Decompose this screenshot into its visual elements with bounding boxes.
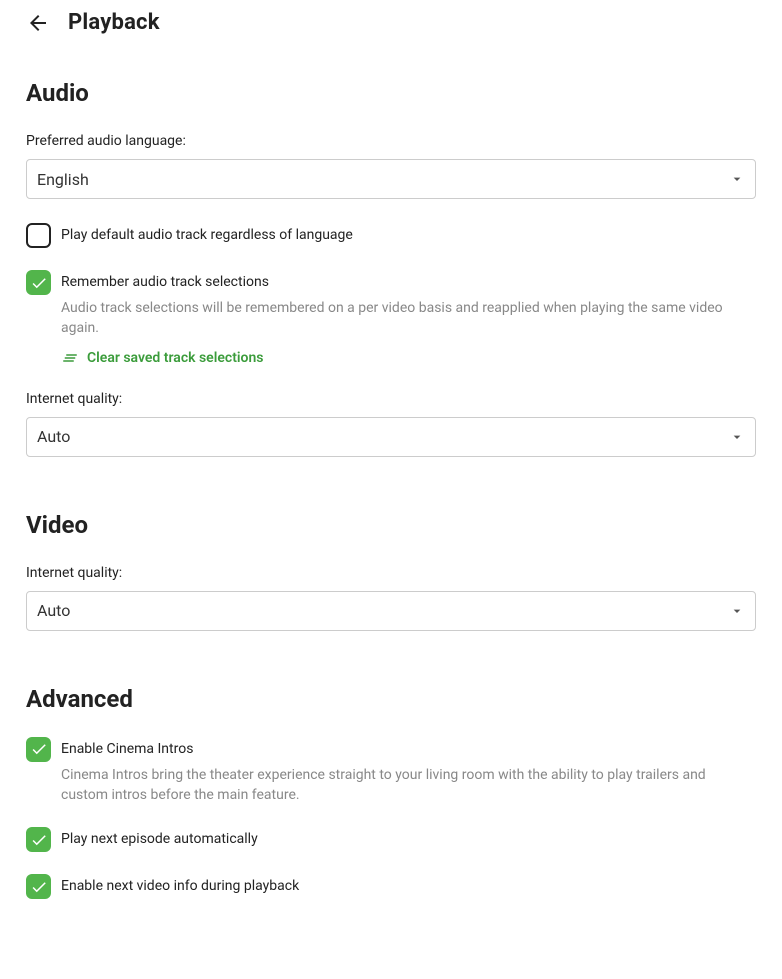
play-next-label: Play next episode automatically [61,831,756,847]
cinema-intros-description: Cinema Intros bring the theater experien… [61,765,756,806]
play-next-row: Play next episode automatically [26,829,756,852]
preferred-audio-language-select[interactable]: English [26,159,756,199]
play-default-audio-label: Play default audio track regardless of l… [61,227,756,243]
audio-internet-quality-value: Auto [37,427,70,446]
remember-audio-checkbox[interactable] [26,270,51,295]
back-button[interactable] [26,11,50,35]
next-info-label: Enable next video info during playback [61,878,756,894]
audio-internet-quality-select-wrapper: Auto [26,417,756,457]
next-info-checkbox[interactable] [26,874,51,899]
section-advanced: Advanced Enable Cinema Intros Cinema Int… [26,685,756,900]
cinema-intros-row: Enable Cinema Intros Cinema Intros bring… [26,739,756,806]
audio-internet-quality-select[interactable]: Auto [26,417,756,457]
advanced-section-title: Advanced [26,685,756,713]
play-next-checkbox[interactable] [26,827,51,852]
section-audio: Audio Preferred audio language: English … [26,79,756,457]
video-internet-quality-value: Auto [37,601,70,620]
audio-internet-quality-label: Internet quality: [26,391,756,407]
video-section-title: Video [26,511,756,539]
video-internet-quality-select-wrapper: Auto [26,591,756,631]
preferred-audio-language-label: Preferred audio language: [26,133,756,149]
arrow-left-icon [26,11,50,35]
next-info-row: Enable next video info during playback [26,876,756,899]
preferred-audio-language-select-wrapper: English [26,159,756,199]
check-icon [30,740,48,758]
cinema-intros-checkbox[interactable] [26,737,51,762]
check-icon [30,274,48,292]
remember-audio-row: Remember audio track selections Audio tr… [26,272,756,367]
clear-saved-tracks-label: Clear saved track selections [87,350,263,366]
clear-saved-tracks-button[interactable]: Clear saved track selections [61,349,756,367]
play-default-audio-checkbox[interactable] [26,223,51,248]
chevron-down-icon [729,429,745,445]
chevron-down-icon [729,171,745,187]
video-internet-quality-label: Internet quality: [26,565,756,581]
remember-audio-description: Audio track selections will be remembere… [61,298,756,339]
preferred-audio-language-value: English [37,170,89,189]
cinema-intros-label: Enable Cinema Intros [61,741,756,757]
page-header: Playback [26,10,756,35]
clear-all-icon [61,349,79,367]
play-default-audio-row: Play default audio track regardless of l… [26,225,756,248]
remember-audio-label: Remember audio track selections [61,274,756,290]
check-icon [30,831,48,849]
chevron-down-icon [729,603,745,619]
section-video: Video Internet quality: Auto [26,511,756,631]
page-title: Playback [68,10,160,35]
video-internet-quality-select[interactable]: Auto [26,591,756,631]
audio-section-title: Audio [26,79,756,107]
check-icon [30,878,48,896]
